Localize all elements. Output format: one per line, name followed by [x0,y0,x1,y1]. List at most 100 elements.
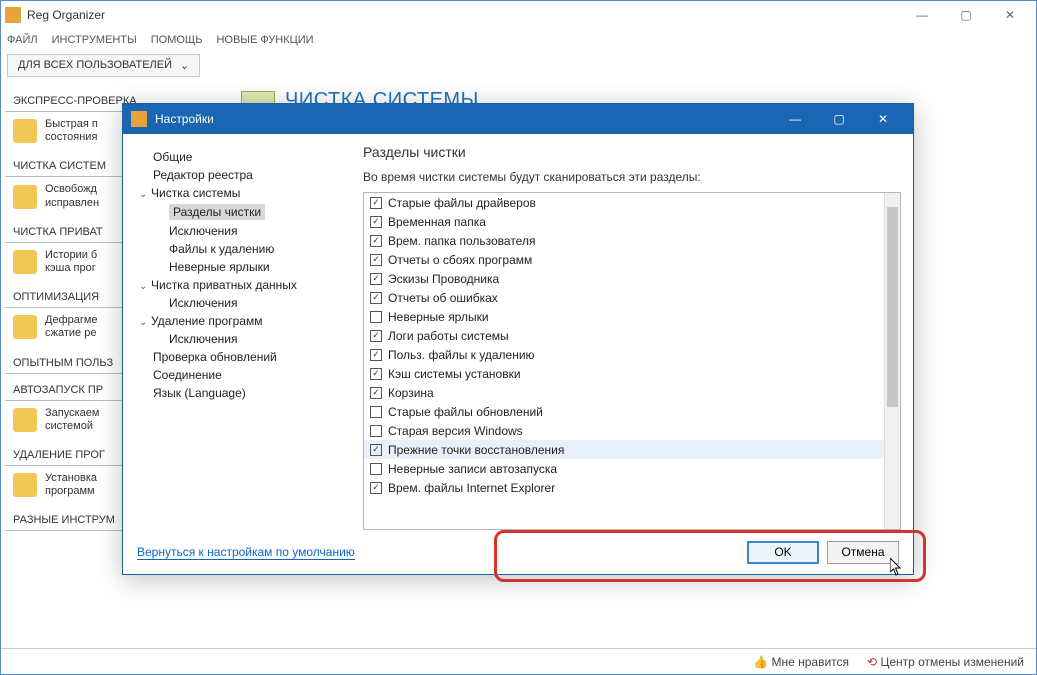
cleanup-item-label: Отчеты о сбоях программ [388,253,532,267]
checkbox[interactable]: ✓ [370,330,382,342]
dialog-footer: Вернуться к настройкам по умолчанию OK О… [123,530,913,574]
tree-node[interactable]: Исключения [135,294,355,312]
tree-node[interactable]: Чистка системы [135,184,355,202]
menubar: ФАЙЛ ИНСТРУМЕНТЫ ПОМОЩЬ НОВЫЕ ФУНКЦИИ [1,29,1036,51]
checkbox[interactable]: ✓ [370,444,382,456]
menu-tools[interactable]: ИНСТРУМЕНТЫ [52,34,137,46]
panel-description: Во время чистки системы будут сканироват… [363,170,901,184]
list-scrollbar[interactable] [884,193,900,529]
dialog-close-button[interactable]: ✕ [861,104,905,134]
cleanup-item-row[interactable]: ✓ Эскизы Проводника [364,269,884,288]
cancel-button[interactable]: Отмена [827,541,899,564]
sidebar-item-icon [13,250,37,274]
sidebar-item-line2: состояния [45,131,98,144]
reset-defaults-link[interactable]: Вернуться к настройкам по умолчанию [137,545,355,560]
maximize-button[interactable]: ▢ [944,1,988,29]
close-button[interactable]: ✕ [988,1,1032,29]
cleanup-item-label: Кэш системы установки [388,367,521,381]
tree-node[interactable]: Файлы к удалению [135,240,355,258]
tree-node[interactable]: Общие [135,148,355,166]
cleanup-item-row[interactable]: Старые файлы обновлений [364,402,884,421]
scrollbar-thumb[interactable] [887,207,898,407]
cleanup-item-row[interactable]: ✓ Логи работы системы [364,326,884,345]
cleanup-item-row[interactable]: ✓ Отчеты о сбоях программ [364,250,884,269]
settings-tree[interactable]: ОбщиеРедактор реестраЧистка системыРазде… [135,144,355,530]
menu-help[interactable]: ПОМОЩЬ [151,34,203,46]
cleanup-item-row[interactable]: ✓ Временная папка [364,212,884,231]
dialog-titlebar: Настройки — ▢ ✕ [123,104,913,134]
cleanup-item-row[interactable]: ✓ Прежние точки восстановления [364,440,884,459]
dialog-minimize-button[interactable]: — [773,104,817,134]
cleanup-item-label: Врем. файлы Internet Explorer [388,481,555,495]
checkbox[interactable] [370,425,382,437]
panel-title: Разделы чистки [363,144,901,160]
dialog-body: ОбщиеРедактор реестраЧистка системыРазде… [123,134,913,530]
cleanup-item-label: Неверные записи автозапуска [388,462,557,476]
cleanup-item-row[interactable]: ✓ Старые файлы драйверов [364,193,884,212]
cleanup-item-label: Старые файлы драйверов [388,196,536,210]
cleanup-item-label: Прежние точки восстановления [388,443,564,457]
cleanup-item-row[interactable]: ✓Корзина [364,383,884,402]
settings-panel: Разделы чистки Во время чистки системы б… [363,144,901,530]
tree-node[interactable]: Чистка приватных данных [135,276,355,294]
checkbox[interactable] [370,311,382,323]
like-button[interactable]: 👍 Мне нравится [753,655,849,669]
titlebar: Reg Organizer — ▢ ✕ [1,1,1036,29]
tree-node[interactable]: Соединение [135,366,355,384]
tree-node[interactable]: Удаление программ [135,312,355,330]
checkbox[interactable]: ✓ [370,197,382,209]
cleanup-item-label: Логи работы системы [388,329,509,343]
cleanup-item-row[interactable]: Старая версия Windows [364,421,884,440]
sidebar-item-line2: программ [45,485,97,498]
checkbox[interactable]: ✓ [370,349,382,361]
menu-file[interactable]: ФАЙЛ [7,34,38,46]
checkbox[interactable]: ✓ [370,254,382,266]
checkbox[interactable]: ✓ [370,292,382,304]
minimize-button[interactable]: — [900,1,944,29]
checkbox[interactable]: ✓ [370,273,382,285]
app-title: Reg Organizer [27,8,105,22]
cleanup-item-label: Отчеты об ошибках [388,291,498,305]
dialog-window-controls: — ▢ ✕ [773,104,905,134]
statusbar: 👍 Мне нравится ⟲ Центр отмены изменений [1,648,1036,674]
checkbox[interactable]: ✓ [370,387,382,399]
ok-button[interactable]: OK [747,541,819,564]
tree-node[interactable]: Редактор реестра [135,166,355,184]
cleanup-item-row[interactable]: Неверные ярлыки [364,307,884,326]
checkbox[interactable]: ✓ [370,368,382,380]
tree-node[interactable]: Язык (Language) [135,384,355,402]
dialog-maximize-button[interactable]: ▢ [817,104,861,134]
user-scope-label: ДЛЯ ВСЕХ ПОЛЬЗОВАТЕЛЕЙ [18,59,172,71]
cleanup-item-row[interactable]: ✓ Польз. файлы к удалению [364,345,884,364]
cleanup-item-label: Временная папка [388,215,486,229]
checkbox[interactable] [370,406,382,418]
user-scope-button[interactable]: ДЛЯ ВСЕХ ПОЛЬЗОВАТЕЛЕЙ ⌄ [7,54,200,77]
checkbox[interactable] [370,463,382,475]
cleanup-item-label: Эскизы Проводника [388,272,499,286]
list-inner[interactable]: ✓Старые файлы драйверов✓Временная папка✓… [364,193,884,529]
undo-icon: ⟲ [867,655,877,669]
sidebar-item-line2: сжатие ре [45,327,98,340]
checkbox[interactable]: ✓ [370,216,382,228]
sidebar-item-line1: Быстрая п [45,118,98,131]
cleanup-item-row[interactable]: ✓ Врем. файлы Internet Explorer [364,478,884,497]
cleanup-item-row[interactable]: ✓ Кэш системы установки [364,364,884,383]
menu-new[interactable]: НОВЫЕ ФУНКЦИИ [216,34,313,46]
tree-node[interactable]: Проверка обновлений [135,348,355,366]
tree-node[interactable]: Исключения [135,222,355,240]
tree-node[interactable]: Неверные ярлыки [135,258,355,276]
sidebar-item-line2: системой [45,420,99,433]
cleanup-item-row[interactable]: ✓ Отчеты об ошибках [364,288,884,307]
sidebar-item-line2: кэша прог [45,262,97,275]
cleanup-item-row[interactable]: ✓Врем. папка пользователя [364,231,884,250]
window-controls: — ▢ ✕ [900,1,1032,29]
sidebar-item-icon [13,315,37,339]
tree-node[interactable]: Разделы чистки [135,202,355,222]
checkbox[interactable]: ✓ [370,235,382,247]
undo-center-button[interactable]: ⟲ Центр отмены изменений [867,655,1024,669]
tree-node[interactable]: Исключения [135,330,355,348]
cleanup-item-label: Польз. файлы к удалению [388,348,535,362]
cleanup-item-row[interactable]: Неверные записи автозапуска [364,459,884,478]
dialog-title: Настройки [155,112,214,126]
checkbox[interactable]: ✓ [370,482,382,494]
